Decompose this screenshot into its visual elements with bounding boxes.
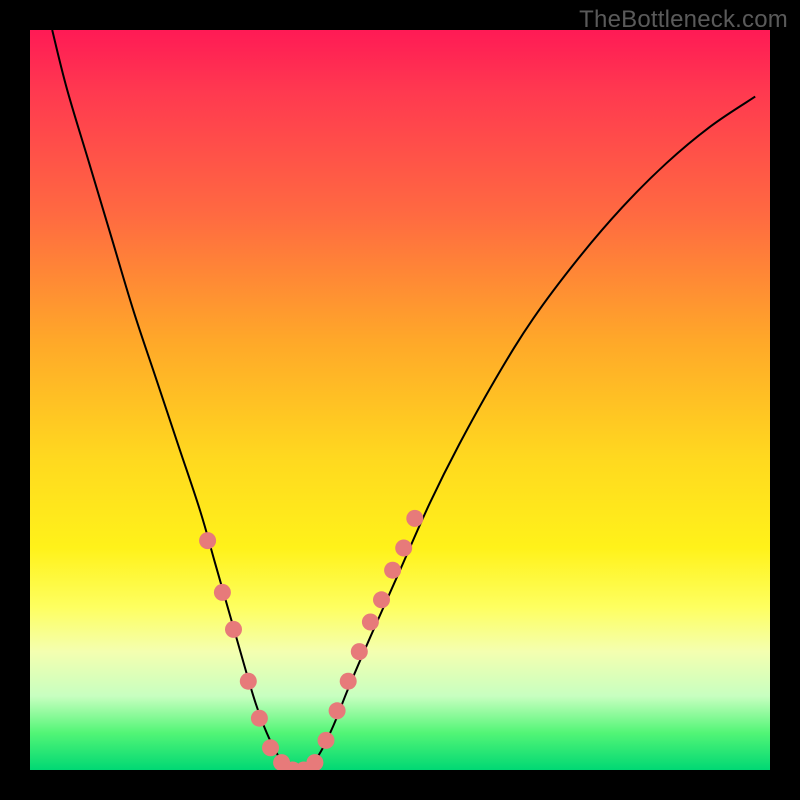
highlight-dot <box>384 562 401 579</box>
chart-frame: TheBottleneck.com <box>0 0 800 800</box>
highlight-dot <box>306 754 323 770</box>
highlight-dot <box>351 643 368 660</box>
highlight-dot <box>329 702 346 719</box>
highlight-dot <box>240 673 257 690</box>
highlight-dot <box>199 532 216 549</box>
highlight-dot <box>373 591 390 608</box>
highlight-dot <box>318 732 335 749</box>
highlight-dot <box>395 540 412 557</box>
highlight-dot <box>340 673 357 690</box>
highlight-dots <box>199 510 423 770</box>
highlight-dot <box>262 739 279 756</box>
highlight-dot <box>362 614 379 631</box>
highlight-dot <box>214 584 231 601</box>
highlight-dot <box>251 710 268 727</box>
highlight-dot <box>225 621 242 638</box>
plot-area <box>30 30 770 770</box>
dots-layer <box>30 30 770 770</box>
watermark-text: TheBottleneck.com <box>579 6 788 34</box>
highlight-dot <box>406 510 423 527</box>
